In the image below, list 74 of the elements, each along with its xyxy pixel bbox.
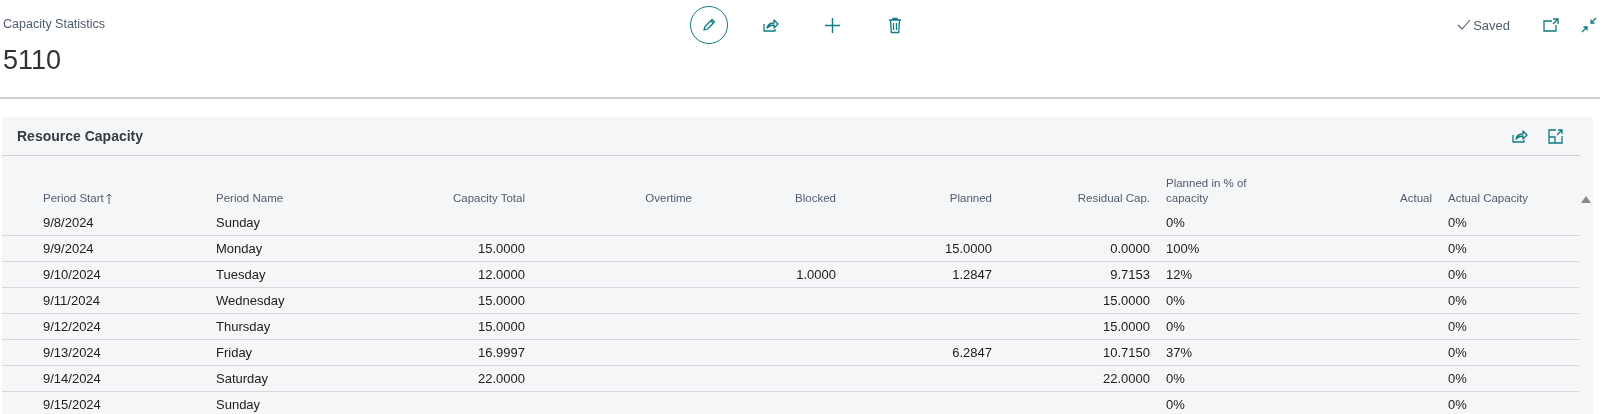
column-header[interactable]: Overtime (645, 191, 692, 206)
edit-icon (700, 17, 717, 33)
table-cell: 10.7150 (1103, 345, 1150, 360)
column-header[interactable]: Period Start (43, 191, 112, 206)
table-cell: 16.9997 (478, 345, 525, 360)
table-cell: 0% (1166, 293, 1185, 308)
table-cell: Sunday (216, 397, 261, 412)
table-cell: 9/15/2024 (43, 397, 101, 412)
column-header[interactable]: Capacity Total (452, 191, 525, 206)
table-cell: 15.0000 (478, 293, 525, 308)
table-cell: 0% (1166, 397, 1185, 412)
column-header[interactable]: Planned in % of capacity (1166, 176, 1276, 206)
table-cell: Monday (216, 241, 263, 256)
column-header[interactable]: Planned (949, 191, 992, 206)
table-cell: Wednesday (216, 293, 285, 308)
table-cell: 15.0000 (1103, 319, 1150, 334)
sort-arrow-icon (105, 193, 112, 204)
column-header[interactable]: Residual Cap. (1077, 191, 1150, 206)
share-icon (1510, 128, 1528, 144)
table-cell: 0% (1448, 319, 1467, 334)
column-header[interactable]: Actual (1400, 191, 1432, 206)
trash-icon (887, 16, 902, 34)
table-cell: 1.2847 (952, 267, 992, 282)
column-header[interactable]: Blocked (795, 191, 836, 206)
table-cell: 12.0000 (478, 267, 525, 282)
table-cell: Thursday (216, 319, 271, 334)
plus-icon (824, 16, 841, 34)
table-cell: 6.2847 (952, 345, 992, 360)
table-cell: 0% (1448, 397, 1467, 412)
table-cell: 22.0000 (1103, 371, 1150, 386)
table-cell: 0% (1448, 241, 1467, 256)
column-header[interactable]: Actual Capacity (1448, 191, 1528, 206)
table-cell: 0% (1166, 215, 1185, 230)
checkmark-icon (1457, 19, 1472, 31)
table-cell: 0% (1448, 345, 1467, 360)
table-cell: 0% (1448, 267, 1467, 282)
table-cell: 15.0000 (478, 241, 525, 256)
table-cell: 0% (1448, 371, 1467, 386)
share-icon (762, 17, 779, 33)
table-cell: 9/10/2024 (43, 267, 101, 282)
table-cell: 9/14/2024 (43, 371, 101, 386)
table-cell: 15.0000 (945, 241, 992, 256)
saved-status: Saved (1457, 17, 1510, 33)
table-cell: 15.0000 (478, 319, 525, 334)
open-window-icon (1543, 18, 1559, 32)
table-cell: 0% (1166, 319, 1185, 334)
table-cell: 22.0000 (478, 371, 525, 386)
table-cell: 12% (1166, 267, 1193, 282)
table-cell: 0% (1448, 215, 1467, 230)
table-cell: Tuesday (216, 267, 266, 282)
expand-icon (1547, 128, 1563, 144)
table-cell: 9/9/2024 (43, 241, 94, 256)
table-cell: 9/11/2024 (43, 293, 100, 308)
scroll-up-arrow-icon[interactable] (1580, 196, 1591, 203)
record-title: 5110 (3, 45, 62, 76)
table-cell: Friday (216, 345, 253, 360)
table-cell: 0% (1166, 371, 1185, 386)
table-cell: 15.0000 (1103, 293, 1150, 308)
column-header[interactable]: Period Name (216, 191, 284, 206)
panel-title: Resource Capacity (17, 128, 145, 144)
table-cell: 100% (1166, 241, 1200, 256)
table-cell: 9.7153 (1110, 267, 1150, 282)
collapse-icon (1581, 17, 1597, 33)
table-cell: 1.0000 (796, 267, 836, 282)
table-cell: 0% (1448, 293, 1467, 308)
table-cell: Saturday (216, 371, 269, 386)
table-cell: Sunday (216, 215, 261, 230)
table-cell: 37% (1166, 345, 1193, 360)
table-cell: 0.0000 (1110, 241, 1150, 256)
page-caption: Capacity Statistics (3, 17, 107, 31)
table-cell: 9/13/2024 (43, 345, 101, 360)
open-window-button[interactable] (1540, 15, 1562, 35)
table-cell: 9/8/2024 (43, 215, 94, 230)
table-cell: 9/12/2024 (43, 319, 101, 334)
